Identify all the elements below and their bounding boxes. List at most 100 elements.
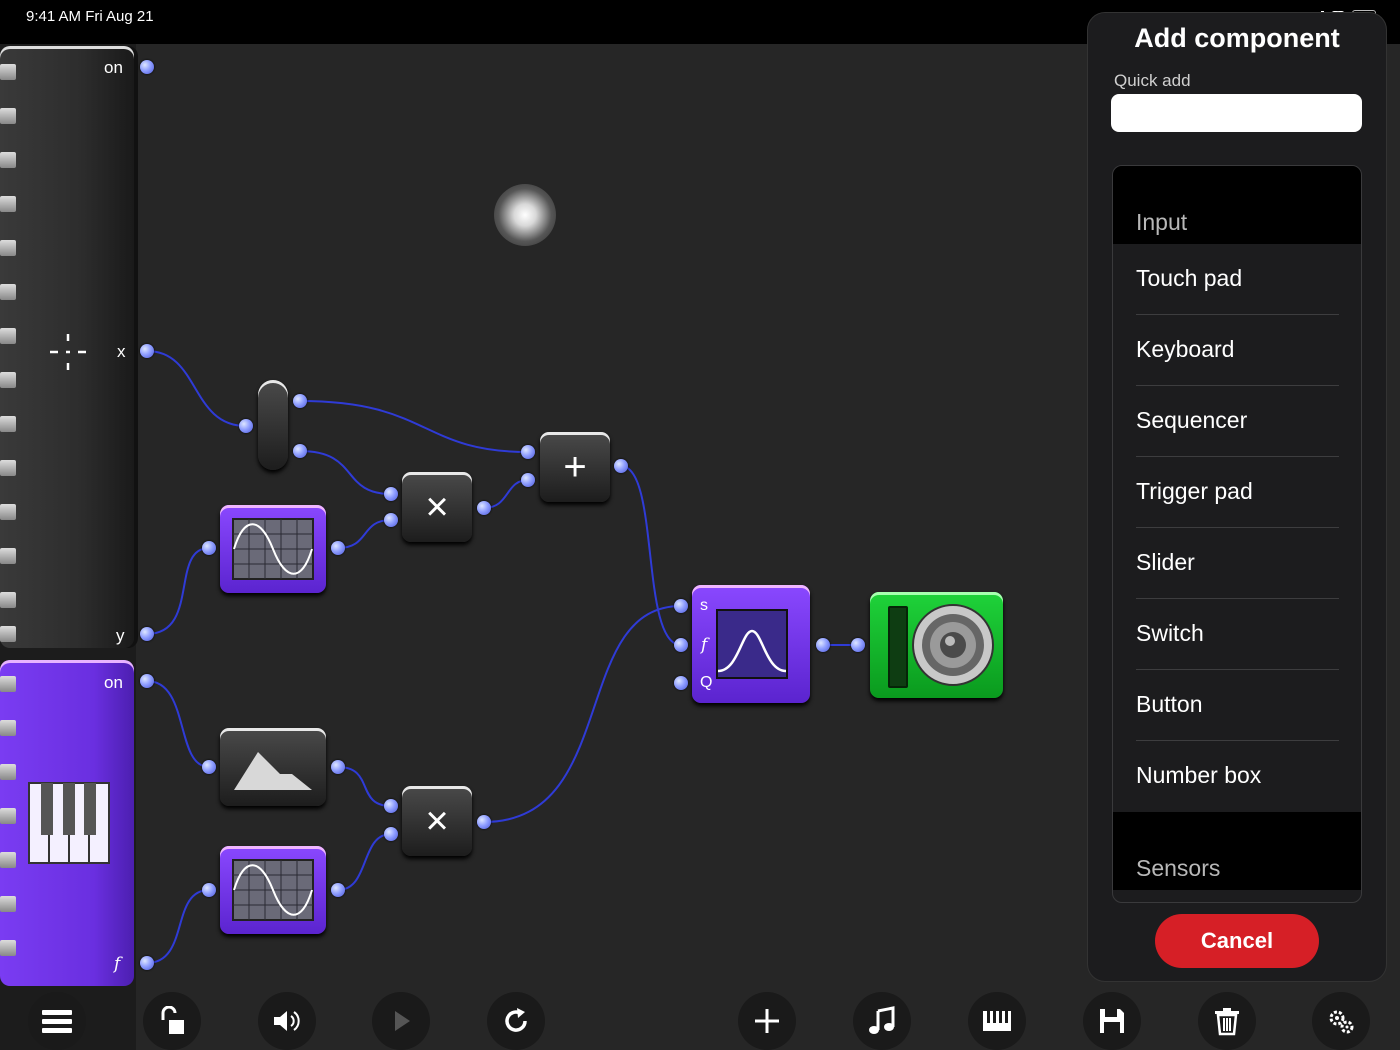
oscillator-node[interactable]	[220, 505, 326, 593]
keyboard-f-port[interactable]	[140, 956, 154, 970]
touchpad-x-port[interactable]	[140, 344, 154, 358]
refresh-button[interactable]	[487, 992, 545, 1050]
filter-node[interactable]: s f Q	[692, 585, 810, 703]
multiply-icon: ×	[425, 484, 449, 529]
multiply-in-port[interactable]	[384, 487, 398, 501]
speaker-in-port[interactable]	[851, 638, 865, 652]
section-header-input: Input	[1113, 166, 1361, 244]
notch	[0, 808, 16, 824]
notch	[0, 152, 16, 168]
multiply-node[interactable]: ×	[402, 472, 472, 542]
notch	[0, 460, 16, 476]
quick-add-input[interactable]	[1111, 94, 1362, 132]
sine-wave-icon	[232, 859, 314, 921]
touchpad-on-port[interactable]	[140, 60, 154, 74]
add-button[interactable]	[738, 992, 796, 1050]
multiply-icon: ×	[425, 798, 449, 843]
speaker-button[interactable]	[258, 992, 316, 1050]
touchpad-x-label: x	[117, 342, 126, 361]
list-item-sequencer[interactable]: Sequencer	[1113, 386, 1361, 457]
multiply-in-port[interactable]	[384, 827, 398, 841]
notch	[0, 720, 16, 736]
cancel-button[interactable]: Cancel	[1155, 914, 1319, 968]
add-in-port[interactable]	[521, 473, 535, 487]
list-item-label: Slider	[1136, 549, 1195, 575]
envelope-in-port[interactable]	[202, 760, 216, 774]
filter-f-label: f	[701, 635, 708, 655]
lock-button[interactable]	[143, 992, 201, 1050]
multiply-out-port[interactable]	[477, 501, 491, 515]
refresh-icon	[505, 1008, 527, 1032]
wire	[146, 350, 247, 427]
list-item-label: Number box	[1136, 762, 1262, 788]
multiply-in-port[interactable]	[384, 799, 398, 813]
play-button[interactable]	[372, 992, 430, 1050]
notch	[0, 852, 16, 868]
sine-wave-icon	[232, 518, 314, 580]
list-item-keyboard[interactable]: Keyboard	[1113, 315, 1361, 386]
notch	[0, 940, 16, 956]
notch	[0, 284, 16, 300]
envelope-out-port[interactable]	[331, 760, 345, 774]
add-node[interactable]: +	[540, 432, 610, 502]
menu-button[interactable]	[28, 992, 86, 1050]
filter-q-port[interactable]	[674, 676, 688, 690]
list-item-button[interactable]: Button	[1113, 670, 1361, 741]
list-item-trigger-pad[interactable]: Trigger pad	[1113, 457, 1361, 528]
list-item-touch-pad[interactable]: Touch pad	[1113, 244, 1361, 315]
filter-s-label: s	[700, 597, 708, 614]
component-list: Input Touch pad Keyboard Sequencer Trigg…	[1112, 165, 1362, 903]
oscillator-in-port[interactable]	[202, 883, 216, 897]
multiply-node[interactable]: ×	[402, 786, 472, 856]
keyboard-f-label: f	[114, 954, 121, 974]
save-icon	[1100, 1009, 1124, 1033]
save-button[interactable]	[1083, 992, 1141, 1050]
filter-f-port[interactable]	[674, 638, 688, 652]
splitter-out-port[interactable]	[293, 444, 307, 458]
touchpad-on-label: on	[104, 58, 123, 77]
splitter-in-port[interactable]	[239, 419, 253, 433]
oscillator-out-port[interactable]	[331, 541, 345, 555]
list-item-label: Keyboard	[1136, 336, 1235, 362]
speaker-icon	[912, 604, 994, 686]
notch	[0, 416, 16, 432]
keyboard-component[interactable]: on f	[0, 660, 134, 986]
list-item-slider[interactable]: Slider	[1113, 528, 1361, 599]
wire	[483, 605, 682, 823]
wire	[337, 519, 392, 549]
add-out-port[interactable]	[614, 459, 628, 473]
add-in-port[interactable]	[521, 445, 535, 459]
settings-button[interactable]	[1312, 992, 1370, 1050]
touchpad-y-label: y	[116, 626, 125, 645]
touchpad-y-port[interactable]	[140, 627, 154, 641]
oscillator-in-port[interactable]	[202, 541, 216, 555]
wire	[146, 680, 210, 768]
multiply-out-port[interactable]	[477, 815, 491, 829]
speaker-output-node[interactable]	[870, 592, 1003, 698]
trash-button[interactable]	[1198, 992, 1256, 1050]
notch	[0, 108, 16, 124]
list-item-number-box[interactable]: Number box	[1113, 741, 1361, 812]
splitter-out-port[interactable]	[293, 394, 307, 408]
oscillator-out-port[interactable]	[331, 883, 345, 897]
touch-indicator	[494, 184, 556, 246]
list-item-label: Touch pad	[1136, 265, 1243, 291]
wire	[146, 889, 210, 964]
notch	[0, 196, 16, 212]
list-item-label: Switch	[1136, 620, 1204, 646]
multiply-in-port[interactable]	[384, 513, 398, 527]
piano-icon	[28, 782, 110, 864]
add-icon	[755, 1009, 779, 1033]
crosshair-icon[interactable]	[48, 332, 88, 372]
filter-out-port[interactable]	[816, 638, 830, 652]
envelope-node[interactable]	[220, 728, 326, 806]
splitter-node[interactable]	[258, 380, 288, 470]
music-button[interactable]	[853, 992, 911, 1050]
wire	[299, 400, 529, 453]
oscillator-node[interactable]	[220, 846, 326, 934]
list-item-switch[interactable]: Switch	[1113, 599, 1361, 670]
filter-q-label: Q	[700, 674, 713, 691]
piano-button[interactable]	[968, 992, 1026, 1050]
filter-s-port[interactable]	[674, 599, 688, 613]
keyboard-on-port[interactable]	[140, 674, 154, 688]
